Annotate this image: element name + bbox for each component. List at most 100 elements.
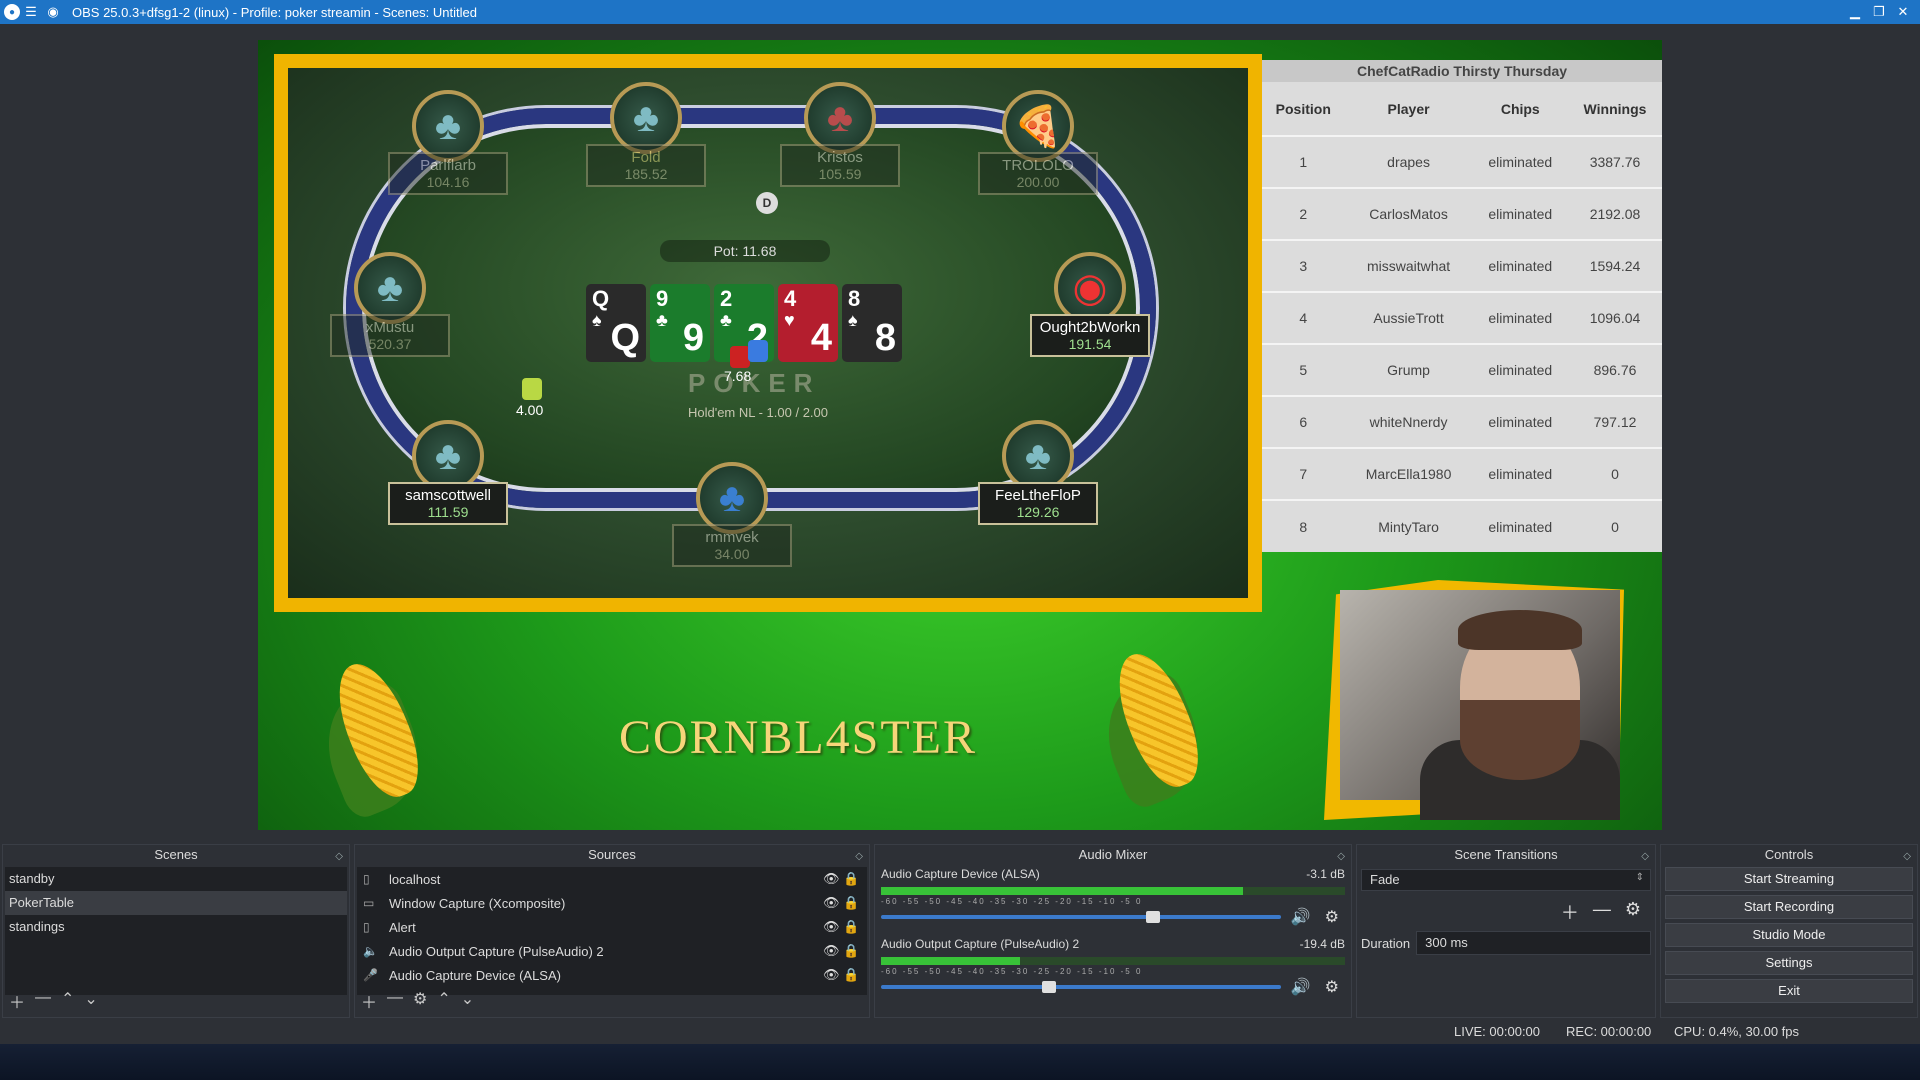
player-chips: 520.37 <box>368 336 412 352</box>
visibility-eye-icon[interactable]: 👁 <box>823 943 843 959</box>
volume-meter <box>881 957 1345 965</box>
slider-knob[interactable] <box>1042 981 1056 993</box>
exit-button[interactable]: Exit <box>1665 979 1913 1003</box>
poker-table-frame: D Pot: 11.68 Q ♠ Q 9 ♣ 9 2 ♣ 2 4 ♥ 4 8 ♠ 8 POKER Hold'… <box>274 54 1262 612</box>
table-cell: 1 <box>1262 135 1345 188</box>
source-item[interactable]: 🔈 Audio Output Capture (PulseAudio) 2 👁 🔒 <box>357 939 867 963</box>
window-title: OBS 25.0.3+dfsg1-2 (linux) - Profile: po… <box>72 4 477 20</box>
scene-transitions-dock: Scene Transitions ◇ Fade ⇕ ＋ — ⚙ Duration … <box>1356 844 1656 1018</box>
webcam-feed <box>1340 590 1620 820</box>
table-cell: 896.76 <box>1567 343 1662 396</box>
corn-graphic <box>1088 640 1218 813</box>
start-streaming-button[interactable]: Start Streaming <box>1665 867 1913 891</box>
transition-settings-gear-icon[interactable]: ⚙ <box>1625 899 1641 925</box>
lock-icon[interactable]: 🔒 <box>843 943 867 959</box>
table-cell: 5 <box>1262 343 1345 396</box>
bet-amount-left: 4.00 <box>516 402 544 418</box>
undock-icon[interactable]: ◇ <box>855 847 863 867</box>
webcam-person <box>1460 700 1580 780</box>
duration-field[interactable]: 300 ms <box>1416 931 1651 955</box>
lock-icon[interactable]: 🔒 <box>843 967 867 983</box>
source-item[interactable]: ▯ localhost 👁 🔒 <box>357 867 867 891</box>
move-up-button[interactable]: ⌃ <box>61 989 74 1013</box>
remove-source-button[interactable]: — <box>387 989 403 1013</box>
bet-amount-center: 7.68 <box>724 368 752 384</box>
channel-settings-gear-icon[interactable]: ⚙ <box>1325 907 1339 927</box>
scene-item[interactable]: standby <box>5 867 347 891</box>
document-icon: ▯ <box>363 872 370 886</box>
transition-select[interactable]: Fade ⇕ <box>1361 869 1651 891</box>
source-list: ▯ localhost 👁 🔒 ▭ Window Capture (Xcomposite)… <box>357 867 867 995</box>
card-suit-icon: ♥ <box>784 310 795 330</box>
undock-icon[interactable]: ◇ <box>1903 847 1911 867</box>
stream-preview[interactable]: D Pot: 11.68 Q ♠ Q 9 ♣ 9 2 ♣ 2 4 ♥ 4 8 ♠ 8 POKER Hold'… <box>258 40 1662 830</box>
title-bar: ● ☰ ◉ OBS 25.0.3+dfsg1-2 (linux) - Profi… <box>0 0 1920 24</box>
card-rank: 8 <box>848 286 861 311</box>
scene-item[interactable]: PokerTable <box>5 891 347 915</box>
visibility-eye-icon[interactable]: 👁 <box>823 871 843 887</box>
move-up-button[interactable]: ⌃ <box>437 989 450 1013</box>
player-name: Ought2bWorkn <box>1039 319 1141 336</box>
table-cell: whiteNnerdy <box>1344 395 1473 448</box>
card-rank: Q <box>592 286 610 311</box>
card-rank-large: 4 <box>810 317 832 359</box>
scenes-dock: Scenes ◇ standby PokerTable standings ＋ — ⌃… <box>2 844 350 1018</box>
menu-icon[interactable]: ☰ <box>20 2 42 22</box>
mixer-channels: Audio Capture Device (ALSA) -3.1 dB -60 -… <box>875 865 1351 1009</box>
settings-button[interactable]: Settings <box>1665 951 1913 975</box>
close-button[interactable]: ✕ <box>1892 2 1914 22</box>
volume-slider[interactable] <box>881 911 1281 923</box>
channel-settings-gear-icon[interactable]: ⚙ <box>1325 977 1339 997</box>
seat-7: ♣ samscottwell 111.59 <box>388 420 508 525</box>
visibility-eye-icon[interactable]: 👁 <box>823 967 843 983</box>
minimize-button[interactable]: ▁ <box>1844 2 1866 22</box>
remove-scene-button[interactable]: — <box>35 989 51 1013</box>
cpu-status: CPU: 0.4%, 30.00 fps <box>1674 1024 1800 1039</box>
undock-icon[interactable]: ◇ <box>1641 847 1649 867</box>
maximize-button[interactable]: ❐ <box>1868 2 1890 22</box>
meter-ticks: -60 -55 -50 -45 -40 -35 -30 -25 -20 -15 … <box>881 967 1143 976</box>
lock-icon[interactable]: 🔒 <box>843 871 867 887</box>
add-scene-button[interactable]: ＋ <box>9 989 25 1013</box>
pin-icon[interactable]: ◉ <box>42 2 64 22</box>
volume-slider[interactable] <box>881 981 1281 993</box>
source-item[interactable]: 🎤 Audio Capture Device (ALSA) 👁 🔒 <box>357 963 867 987</box>
dock-panels: Scenes ◇ standby PokerTable standings ＋ — ⌃… <box>0 844 1920 1018</box>
lock-icon[interactable]: 🔒 <box>843 919 867 935</box>
dock-title: Scene Transitions <box>1454 847 1558 862</box>
table-cell: eliminated <box>1472 395 1568 448</box>
move-down-button[interactable]: ⌄ <box>461 989 474 1013</box>
undock-icon[interactable]: ◇ <box>335 847 343 867</box>
visibility-eye-icon[interactable]: 👁 <box>823 919 843 935</box>
table-row: 4 AussieTrott eliminated 1096.04 <box>1262 291 1662 344</box>
add-source-button[interactable]: ＋ <box>361 989 377 1013</box>
lock-icon[interactable]: 🔒 <box>843 895 867 911</box>
studio-mode-button[interactable]: Studio Mode <box>1665 923 1913 947</box>
seat-3: ♣ Kristos 105.59 <box>780 82 900 187</box>
player-chips: 104.16 <box>426 174 470 190</box>
controls-dock: Controls ◇ Start Streaming Start Recordin… <box>1660 844 1918 1018</box>
speaker-icon[interactable]: 🔊 <box>1291 907 1311 927</box>
slider-knob[interactable] <box>1146 911 1160 923</box>
seat-4: 🍕 TROLOLO 200.00 <box>978 90 1098 195</box>
source-item[interactable]: ▯ Alert 👁 🔒 <box>357 915 867 939</box>
channel-db: -19.4 dB <box>1299 937 1345 951</box>
table-row: 3 misswaitwhat eliminated 1594.24 <box>1262 239 1662 292</box>
move-down-button[interactable]: ⌄ <box>84 989 97 1013</box>
channel-name: Audio Output Capture (PulseAudio) 2 <box>881 937 1080 951</box>
remove-transition-button[interactable]: — <box>1593 899 1611 925</box>
add-transition-button[interactable]: ＋ <box>1561 899 1579 925</box>
source-settings-gear-icon[interactable]: ⚙ <box>413 989 427 1013</box>
card-suit-icon: ♠ <box>592 310 602 330</box>
card-rank-large: Q <box>610 317 640 359</box>
scene-item[interactable]: standings <box>5 915 347 939</box>
source-name: Alert <box>389 919 416 935</box>
start-recording-button[interactable]: Start Recording <box>1665 895 1913 919</box>
speaker-icon[interactable]: 🔊 <box>1291 977 1311 997</box>
speaker-icon: 🔈 <box>363 944 378 958</box>
chip-stack <box>748 340 768 362</box>
pot-label: Pot: 11.68 <box>660 240 830 262</box>
source-item[interactable]: ▭ Window Capture (Xcomposite) 👁 🔒 <box>357 891 867 915</box>
visibility-eye-icon[interactable]: 👁 <box>823 895 843 911</box>
undock-icon[interactable]: ◇ <box>1337 847 1345 867</box>
